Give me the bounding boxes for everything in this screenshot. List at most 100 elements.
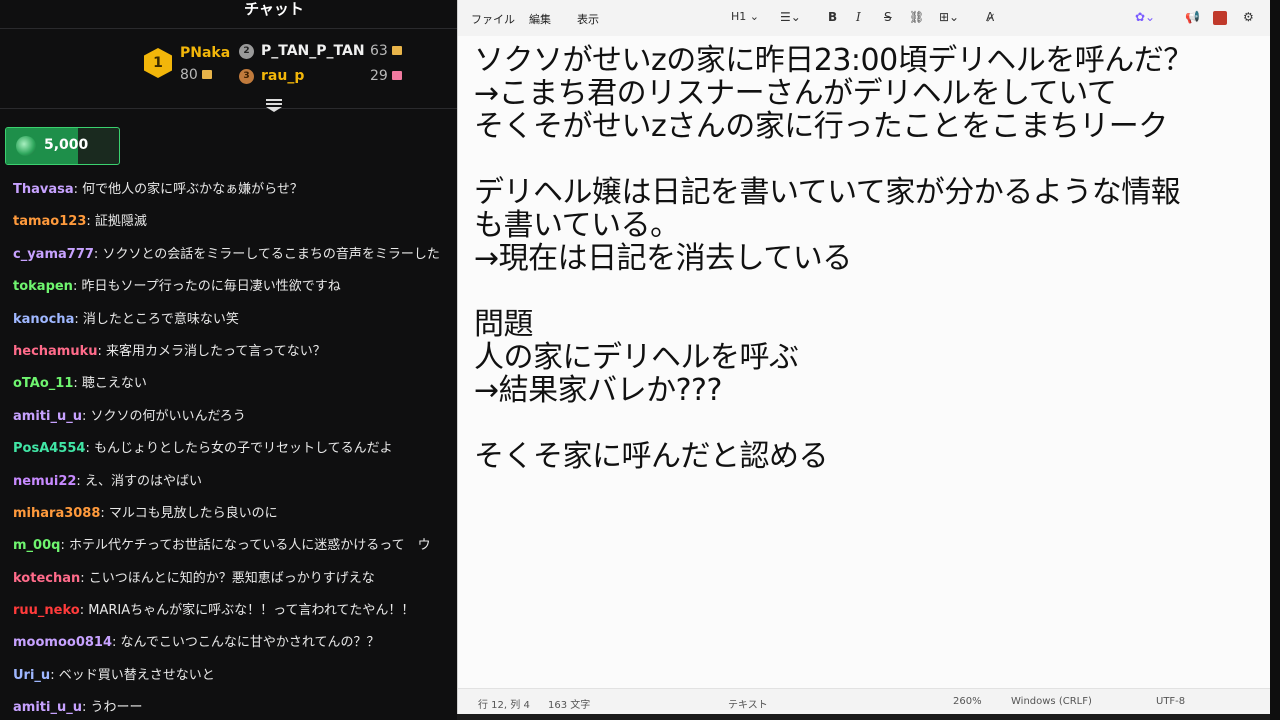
rank-3-badge-icon: 3 <box>239 69 254 84</box>
chat-message: Thavasa: 何で他人の家に呼ぶかなぁ嫌がらせ？ <box>13 180 457 212</box>
chat-message-text: 消したところで意味ない笑 <box>82 311 239 327</box>
gift-icon <box>201 70 212 79</box>
strikethrough-icon[interactable]: S <box>884 10 892 24</box>
chat-message: kotechan: こいつほんとに知的か？悪知恵ばっかりすげえな <box>13 569 457 601</box>
chat-username[interactable]: mihara3088 <box>13 506 100 521</box>
menu-file[interactable]: ファイル <box>471 11 515 27</box>
chat-username[interactable]: hechamuku <box>13 344 98 359</box>
gift-icon <box>391 71 402 80</box>
editor-line: 問題 <box>474 307 534 342</box>
chat-username[interactable]: nemui22 <box>13 474 76 489</box>
chat-username[interactable]: Thavasa <box>13 182 74 197</box>
separator: : <box>50 667 59 683</box>
separator: : <box>100 505 109 521</box>
separator: : <box>73 376 82 392</box>
leader-2-name[interactable]: P_TAN_P_TAN <box>261 43 365 59</box>
editor-line: ソクソがせいzの家に昨日23:00頃デリヘルを呼んだ？ <box>474 44 1193 78</box>
chat-username[interactable]: moomoo0814 <box>13 635 112 650</box>
editor-line: そくそ家に呼んだと認める <box>474 439 829 474</box>
leader-3-value: 29 <box>370 68 402 84</box>
encoding[interactable]: UTF-8 <box>1156 696 1185 707</box>
chat-username[interactable]: amiti_u_u <box>13 700 82 715</box>
chat-message: tokapen: 昨日もソープ行ったのに毎日凄い性欲ですね <box>13 277 457 309</box>
leader-1-name[interactable]: PNaka <box>180 45 230 61</box>
chat-message: amiti_u_u: ソクソの何がいいんだろう <box>13 407 457 439</box>
editor-line: →こまち君のリスナーさんがデリヘルをしていて <box>474 76 1117 111</box>
chat-message-text: 来客用カメラ消したって言ってない？ <box>106 343 326 359</box>
separator: : <box>73 182 83 197</box>
chat-message: c_yama777: ソクソとの会話をミラーしてるこまちの音声をミラーした <box>13 245 457 277</box>
collapse-leaderboard-icon[interactable] <box>266 99 284 117</box>
chat-message-text: 何で他人の家に呼ぶかなぁ嫌がらせ？ <box>82 182 303 197</box>
chat-username[interactable]: tamao123 <box>13 214 86 229</box>
chat-message-list: Thavasa: 何で他人の家に呼ぶかなぁ嫌がらせ？ tamao123: 証拠隠滅… <box>13 180 457 720</box>
editor-line: も書いている。 <box>474 208 680 243</box>
separator: : <box>76 473 85 489</box>
announcement-icon[interactable]: 📢 <box>1185 10 1200 24</box>
toolbar: ファイル 編集 表示 H1 ⌄ ☰⌄ B I S ⛓ ⊞⌄ A̷ ✿⌄ 📢 ⚙ <box>458 0 1271 36</box>
chat-title: チャット <box>244 0 304 18</box>
gear-icon[interactable]: ⚙ <box>1243 10 1254 24</box>
copilot-icon[interactable]: ✿⌄ <box>1135 10 1155 24</box>
text-editor[interactable]: ソクソがせいzの家に昨日23:00頃デリヘルを呼んだ？ →こまち君のリスナーさんが… <box>474 44 1264 674</box>
chat-message: amiti_u_u: うわーー <box>13 698 457 720</box>
chat-panel: チャット 1 PNaka 80 2 P_TAN_P_TAN 63 3 rau_p… <box>0 0 457 720</box>
menu-edit[interactable]: 編集 <box>529 11 551 27</box>
chat-message-text: こいつほんとに知的か？悪知恵ばっかりすげえな <box>88 570 375 586</box>
chat-message: oTAo_11: 聴こえない <box>13 374 457 406</box>
italic-icon[interactable]: I <box>856 10 861 24</box>
chat-message-text: 昨日もソープ行ったのに毎日凄い性欲ですね <box>81 279 341 295</box>
cursor-position: 行 12, 列 4 <box>478 700 530 711</box>
chat-username[interactable]: PosA4554 <box>13 441 85 456</box>
chat-message-text: MARIAちゃんが家に呼ぶな！！って言われてたやん！！ <box>88 603 415 619</box>
editor-line: 人の家にデリヘルを呼ぶ <box>474 340 799 375</box>
chat-username[interactable]: m_00q <box>13 538 60 553</box>
table-icon[interactable]: ⊞⌄ <box>939 10 959 24</box>
chat-message: Uri_u: ベッド買い替えさせないと <box>13 666 457 698</box>
chat-username[interactable]: amiti_u_u <box>13 409 82 424</box>
chat-username[interactable]: kotechan <box>13 571 80 586</box>
menu-view[interactable]: 表示 <box>577 11 599 27</box>
chat-message: moomoo0814: なんでこいつこんなに甘やかされてんの？？ <box>13 633 457 665</box>
leader-1-value: 80 <box>180 67 212 83</box>
rank-1-badge-icon: 1 <box>144 48 172 78</box>
separator: : <box>85 441 94 457</box>
chat-message-text: ベッド買い替えさせないと <box>58 667 215 683</box>
chat-username[interactable]: kanocha <box>13 312 74 327</box>
channel-points-button[interactable]: 5,000 <box>5 127 120 165</box>
chat-message: nemui22: え、消すのはやばい <box>13 472 457 504</box>
heading-select[interactable]: H1 ⌄ <box>731 10 759 23</box>
background <box>457 714 1280 720</box>
chat-message-text: ソクソとの会話をミラーしてるこまちの音声をミラーした <box>102 246 440 262</box>
bold-icon[interactable]: B <box>828 10 837 24</box>
separator: : <box>80 570 89 586</box>
separator: : <box>86 214 95 230</box>
chat-message-text: うわーー <box>90 700 143 716</box>
link-icon[interactable]: ⛓ <box>909 10 924 24</box>
points-coin-icon <box>16 136 36 156</box>
chat-message: ruu_neko: MARIAちゃんが家に呼ぶな！！って言われてたやん！！ <box>13 601 457 633</box>
editor-line: →結果家バレか??? <box>474 373 722 408</box>
avatar[interactable] <box>1213 11 1227 25</box>
divider <box>0 108 457 109</box>
zoom-level[interactable]: 260% <box>953 696 982 707</box>
chat-message: tamao123: 証拠隠滅 <box>13 212 457 244</box>
chat-message: kanocha: 消したところで意味ない笑 <box>13 310 457 342</box>
chat-message-text: もんじょりとしたら女の子でリセットしてるんだよ <box>93 441 393 457</box>
char-count: 163 文字 <box>548 700 591 711</box>
leader-3-name[interactable]: rau_p <box>261 68 304 84</box>
chat-username[interactable]: ruu_neko <box>13 603 80 618</box>
line-ending[interactable]: Windows (CRLF) <box>1011 696 1092 707</box>
list-icon[interactable]: ☰⌄ <box>780 10 801 24</box>
clear-format-icon[interactable]: A̷ <box>986 10 994 24</box>
chat-username[interactable]: Uri_u <box>13 668 50 683</box>
divider <box>0 28 457 29</box>
chat-username[interactable]: oTAo_11 <box>13 376 73 391</box>
chat-message-text: え、消すのはやばい <box>84 473 202 489</box>
format-indicator[interactable]: テキスト <box>728 696 768 711</box>
chat-username[interactable]: tokapen <box>13 279 73 294</box>
chat-username[interactable]: c_yama777 <box>13 247 94 262</box>
separator: : <box>79 603 89 619</box>
